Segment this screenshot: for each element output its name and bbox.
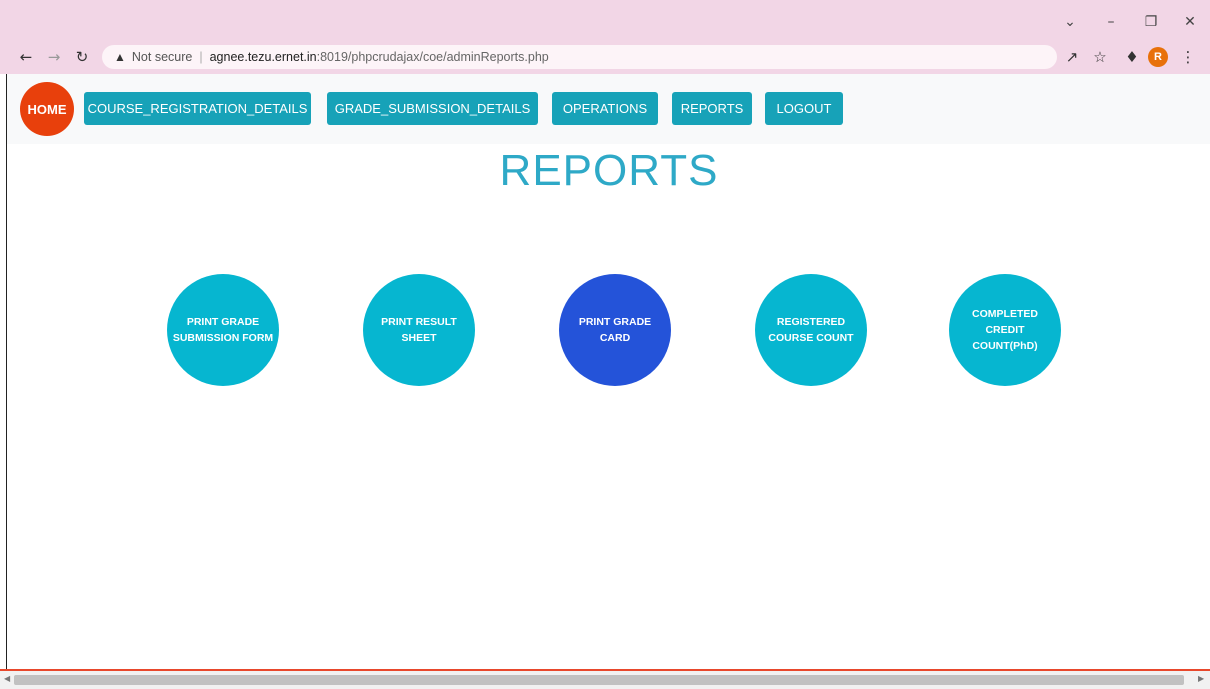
grade-submission-details-button[interactable]: GRADE_SUBMISSION_DETAILS <box>327 92 538 125</box>
profile-avatar[interactable]: R <box>1148 47 1168 67</box>
print-grade-card-button[interactable]: PRINT GRADE CARD <box>559 274 671 386</box>
close-icon[interactable]: ✕ <box>1175 10 1205 34</box>
scrollbar-thumb[interactable] <box>14 675 1184 685</box>
share-icon[interactable]: ↗ <box>1060 46 1084 68</box>
page-title: REPORTS <box>499 146 719 195</box>
logout-button[interactable]: LOGOUT <box>765 92 843 125</box>
not-secure-label: Not secure <box>131 50 193 64</box>
reports-button[interactable]: REPORTS <box>672 92 752 125</box>
horizontal-scrollbar[interactable]: ◀ ▶ <box>0 669 1210 689</box>
top-navbar: HOME COURSE_REGISTRATION_DETAILS GRADE_S… <box>7 74 1210 144</box>
restore-icon[interactable]: ❐ <box>1136 10 1166 34</box>
print-grade-submission-form-button[interactable]: PRINT GRADE SUBMISSION FORM <box>167 274 279 386</box>
home-button[interactable]: HOME <box>20 82 74 136</box>
browser-toolbar: ← → ↻ ▲ Not secure | agnee.tezu.ernet.in… <box>0 40 1210 74</box>
url-host: agnee.tezu.ernet.in <box>209 50 317 64</box>
scroll-right-arrow-icon[interactable]: ▶ <box>1198 674 1204 683</box>
page-content: HOME COURSE_REGISTRATION_DETAILS GRADE_S… <box>6 74 1210 669</box>
warning-triangle-icon: ▲ <box>114 50 126 64</box>
browser-title-bar: ⌄ – ❐ ✕ <box>0 0 1210 40</box>
address-bar[interactable]: ▲ Not secure | agnee.tezu.ernet.in:8019/… <box>102 45 1057 69</box>
extensions-puzzle-icon[interactable]: ♦ <box>1120 46 1144 68</box>
url-path: :8019/phpcrudajax/coe/adminReports.php <box>316 50 549 64</box>
reload-icon[interactable]: ↻ <box>70 46 94 68</box>
tab-search-icon[interactable]: ⌄ <box>1055 10 1085 34</box>
course-registration-details-button[interactable]: COURSE_REGISTRATION_DETAILS <box>84 92 311 125</box>
completed-credit-count-phd-button[interactable]: COMPLETED CREDIT COUNT(PhD) <box>949 274 1061 386</box>
scroll-left-arrow-icon[interactable]: ◀ <box>4 674 10 683</box>
bookmark-star-icon[interactable]: ☆ <box>1088 46 1112 68</box>
registered-course-count-button[interactable]: REGISTERED COURSE COUNT <box>755 274 867 386</box>
menu-kebab-icon[interactable]: ⋮ <box>1176 46 1200 68</box>
back-icon[interactable]: ← <box>14 46 38 68</box>
forward-icon[interactable]: → <box>42 46 66 68</box>
print-result-sheet-button[interactable]: PRINT RESULT SHEET <box>363 274 475 386</box>
minimize-icon[interactable]: – <box>1096 10 1126 34</box>
operations-button[interactable]: OPERATIONS <box>552 92 658 125</box>
url-separator: | <box>199 50 203 64</box>
